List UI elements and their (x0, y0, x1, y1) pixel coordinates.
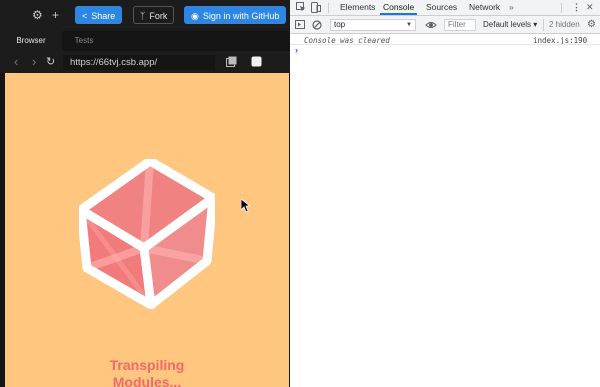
devtools-panel: Elements Console Sources Network » ⋮ ✕ t… (290, 0, 600, 387)
device-toolbar-icon[interactable] (311, 2, 321, 13)
console-settings-icon[interactable]: ⚙ (587, 19, 596, 30)
loading-text-line2: Modules... (112, 374, 182, 387)
mouse-cursor-icon (241, 199, 251, 213)
hidden-messages-label: 2 hidden (549, 20, 580, 29)
fork-icon: ᛉ (140, 11, 146, 21)
tab-console-label: Console (383, 2, 415, 12)
signin-github-button[interactable]: ◉ Sign in with GitHub (184, 6, 287, 24)
share-label: Share (91, 11, 116, 21)
tab-sources[interactable]: Sources (426, 0, 457, 15)
dropdown-arrow-icon: ▼ (406, 22, 412, 28)
context-selector-value: top (334, 20, 346, 29)
context-selector[interactable]: top ▼ (330, 19, 416, 31)
console-divider (290, 44, 600, 45)
tab-sources-label: Sources (426, 2, 458, 12)
tab-tests-label: Tests (74, 36, 94, 45)
tab-tests[interactable]: Tests (62, 31, 106, 51)
refresh-icon[interactable]: ↻ (46, 54, 55, 70)
settings-icon[interactable]: ⚙ (32, 7, 43, 23)
tab-elements-label: Elements (340, 2, 376, 12)
hidden-messages-count: 2 hidden (549, 19, 580, 31)
fork-label: Fork (149, 11, 168, 21)
log-levels-dropdown[interactable]: Default levels ▾ (483, 19, 537, 31)
tab-elements[interactable]: Elements (340, 0, 375, 15)
loading-cube-icon (79, 159, 215, 309)
add-icon[interactable]: + (52, 7, 59, 23)
console-prompt[interactable]: › (295, 45, 298, 56)
more-tabs-button[interactable]: » (509, 0, 514, 15)
url-input[interactable]: https://66tvj.csb.app/ (63, 55, 215, 70)
fork-button[interactable]: ᛉ Fork (133, 6, 175, 24)
forward-icon[interactable]: › (32, 54, 36, 70)
tab-browser[interactable]: Browser (0, 31, 62, 51)
console-toolbar: top ▼ Filter Default levels ▾ 2 hidden ⚙ (290, 16, 600, 34)
loading-text: Transpiling Modules... (5, 357, 289, 387)
tab-network-label: Network (469, 2, 501, 12)
tab-console[interactable]: Console (380, 0, 418, 15)
preview-tabs: Browser Tests (0, 31, 290, 51)
close-devtools-icon[interactable]: ✕ (586, 2, 594, 13)
toggle-sidebar-icon[interactable] (295, 20, 305, 29)
inspect-element-icon[interactable] (296, 2, 306, 12)
sandbox-panel: ⚙ + < Share ᛉ Fork ◉ Sign in with GitHub Br… (0, 0, 290, 387)
github-icon: ◉ (191, 11, 199, 21)
tab-network[interactable]: Network (469, 0, 500, 15)
share-icon: < (82, 11, 88, 21)
clear-console-icon[interactable] (312, 20, 322, 30)
signin-label: Sign in with GitHub (202, 11, 280, 21)
more-options-icon[interactable]: ⋮ (572, 2, 581, 13)
tab-browser-label: Browser (16, 36, 46, 45)
open-new-window-icon[interactable] (226, 56, 237, 67)
more-tabs-label: » (509, 2, 514, 12)
preview-frame: Transpiling Modules... (5, 73, 289, 387)
browser-navbar: ‹ › ↻ https://66tvj.csb.app/ (0, 51, 290, 73)
live-expression-eye-icon[interactable] (425, 20, 437, 30)
sandbox-header: ⚙ + < Share ᛉ Fork ◉ Sign in with GitHub (0, 0, 290, 31)
back-icon[interactable]: ‹ (14, 54, 18, 70)
filter-input-placeholder: Filter (448, 20, 466, 29)
toggle-devtools-icon[interactable] (251, 56, 262, 67)
loading-text-line1: Transpiling (109, 357, 185, 373)
share-button[interactable]: < Share (75, 6, 123, 24)
filter-input[interactable]: Filter (444, 19, 476, 31)
devtools-tabbar: Elements Console Sources Network » ⋮ ✕ (290, 0, 600, 16)
log-levels-label: Default levels ▾ (483, 20, 538, 29)
